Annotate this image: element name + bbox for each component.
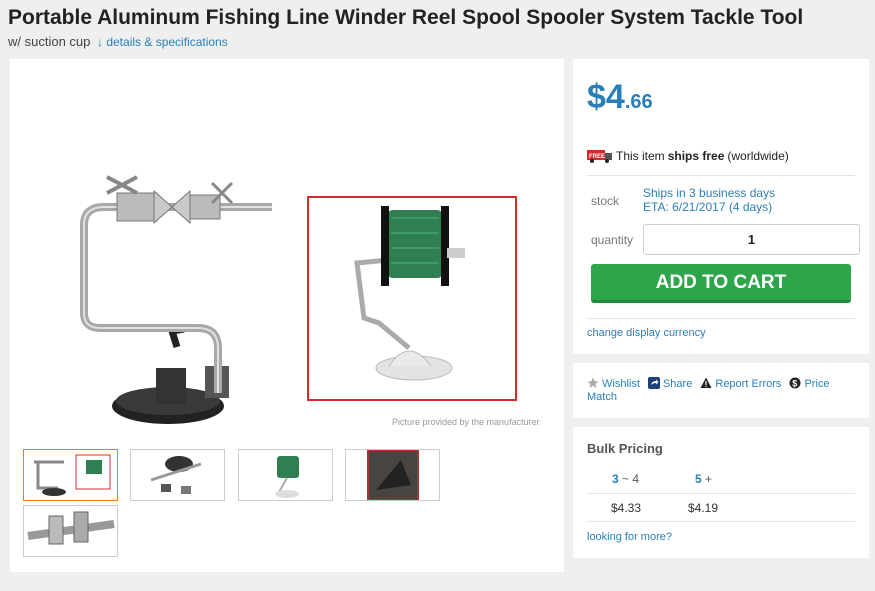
price: $4.66 (587, 78, 653, 117)
bulk-tier-1-qty: 3 ~ 4 (612, 472, 639, 486)
action-links: Wishlist Share Report Errors $ Price Matc… (587, 377, 857, 404)
share-link[interactable]: Share (647, 377, 693, 390)
image-gallery: Picture provided by the manufacturer (10, 59, 564, 572)
actions-box: Wishlist Share Report Errors $ Price Matc… (573, 363, 869, 418)
eta: ETA: 6/21/2017 (4 days) (643, 200, 773, 214)
divider (587, 493, 855, 494)
image-caption: Picture provided by the manufacturer (392, 417, 540, 427)
price-dollars: $4 (587, 78, 625, 116)
thumbnail-3[interactable] (238, 449, 333, 501)
bulk-tier-1-price: $4.33 (611, 501, 642, 515)
report-errors-link[interactable]: Report Errors (700, 377, 782, 390)
free-badge-text: FREE (589, 154, 605, 160)
thumbnail-5[interactable] (23, 505, 118, 557)
star-icon (587, 377, 599, 388)
thumbnail-4[interactable] (345, 449, 440, 501)
tier-1-to: 4 (632, 472, 640, 486)
share-icon (647, 377, 660, 389)
price-cents: .66 (624, 91, 653, 113)
stock-label: stock (591, 194, 620, 208)
specifications-link[interactable]: ↓ details & specifications (97, 35, 228, 49)
ship-suffix: (worldwide) (727, 149, 789, 163)
quantity-input[interactable] (643, 224, 860, 255)
stock-value: Ships in 3 business days ETA: 6/21/2017 … (643, 186, 775, 214)
ship-days: Ships in 3 business days (643, 186, 776, 200)
quantity-label: quantity (591, 233, 634, 247)
divider (587, 175, 855, 176)
bulk-tier-2-qty: 5 + (695, 472, 712, 486)
share-label: Share (662, 378, 693, 390)
thumbnail-2[interactable] (130, 449, 225, 501)
tier-1-from: 3 (612, 472, 619, 486)
subtitle-text: w/ suction cup (8, 34, 91, 49)
wishlist-link[interactable]: Wishlist (587, 377, 640, 390)
ship-prefix: This item (616, 149, 665, 163)
ship-bold: ships free (667, 149, 725, 163)
purchase-box: $4.66 FREE This item ships free (worldwi… (573, 59, 869, 354)
warning-icon (700, 377, 712, 388)
svg-text:$: $ (793, 379, 798, 389)
manufacturer-image[interactable] (307, 196, 517, 401)
main-product-image[interactable] (72, 163, 292, 433)
add-to-cart-button[interactable]: ADD TO CART (591, 264, 851, 303)
divider (587, 318, 855, 319)
wishlist-label: Wishlist (602, 378, 640, 390)
product-subtitle: w/ suction cup ↓ details & specification… (8, 34, 228, 49)
shipping-info: FREE This item ships free (worldwide) (587, 149, 789, 163)
tier-2-from: 5 (695, 472, 702, 486)
bulk-tier-2-price: $4.19 (688, 501, 719, 515)
tier-1-sep: ~ (622, 472, 630, 486)
free-shipping-truck-icon: FREE (587, 150, 612, 163)
divider (587, 521, 855, 522)
report-label: Report Errors (715, 378, 782, 390)
product-title: Portable Aluminum Fishing Line Winder Re… (8, 6, 804, 29)
bulk-pricing-title: Bulk Pricing (587, 441, 663, 456)
change-currency-link[interactable]: change display currency (587, 327, 706, 339)
looking-for-more-link[interactable]: looking for more? (587, 531, 672, 543)
tier-2-sep: + (705, 472, 713, 486)
dollar-icon: $ (789, 377, 801, 389)
thumbnail-1[interactable] (23, 449, 118, 501)
bulk-pricing-box: Bulk Pricing 3 ~ 4 5 + $4.33 $4.19 looki… (573, 427, 869, 558)
